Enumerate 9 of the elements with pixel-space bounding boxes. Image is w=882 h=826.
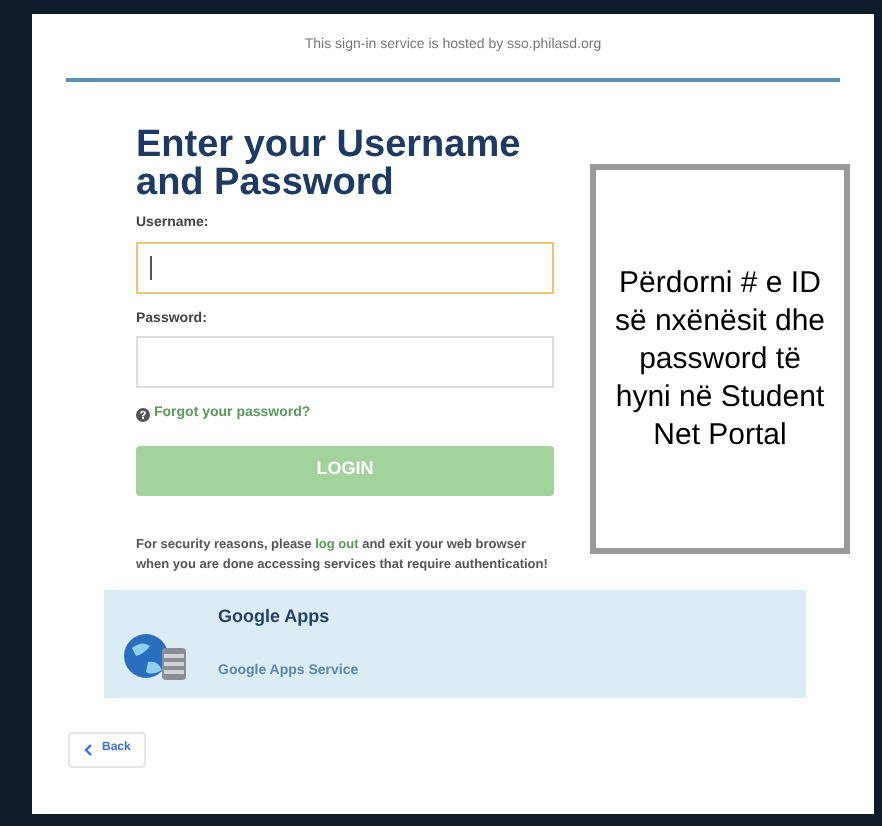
input-field[interactable] [136,241,554,293]
note-text: Përdorni # e ID së nxënësit dhe password të hyni në Student Net Portal [612,264,828,454]
help-icon [136,407,150,422]
globe-server-icon [122,632,190,682]
service-title: Google Apps [218,603,332,630]
text-cursor-icon [150,255,152,279]
page-title: Enter your Username and Password [136,126,523,202]
input-field[interactable] [136,336,554,388]
chevron-left-icon [84,743,92,755]
